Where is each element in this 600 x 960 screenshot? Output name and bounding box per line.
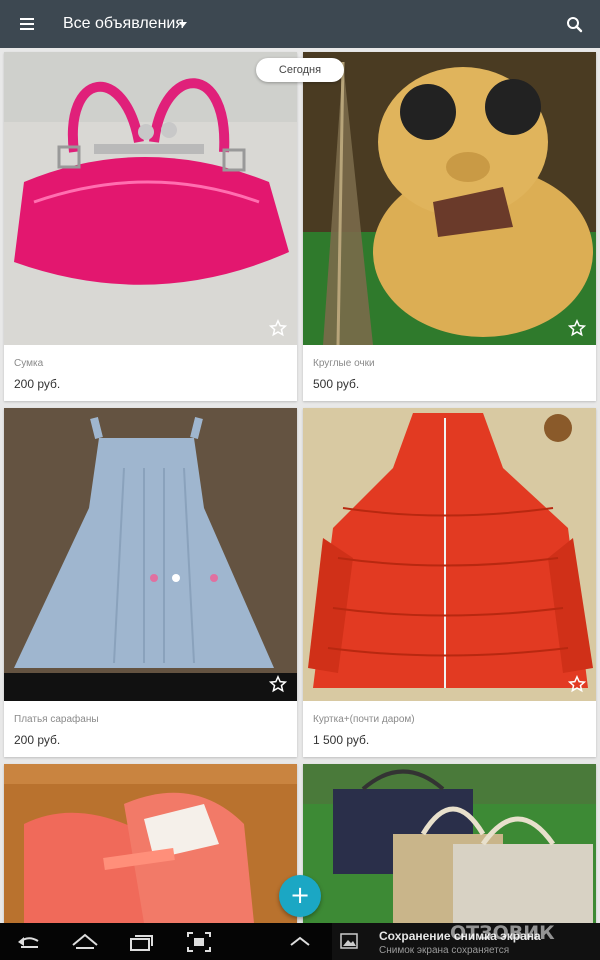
screenshot-icon[interactable] [186,931,212,953]
chevron-up-icon[interactable] [288,931,312,953]
listing-photo[interactable] [303,52,596,345]
add-listing-button[interactable]: + [279,875,321,917]
listing-photo[interactable] [4,408,297,701]
search-icon[interactable] [564,14,586,36]
favorite-star-icon[interactable] [567,675,587,693]
dropdown-caret-icon[interactable] [179,22,187,27]
listing-photo[interactable] [303,408,596,701]
listing-title: Круглые очки [313,358,375,369]
listing-price: 500 руб. [313,377,360,391]
app-bar: Все объявления [0,0,600,48]
date-chip: Сегодня [256,58,344,82]
listing-price: 1 500 руб. [313,733,370,747]
listing-title: Куртка+(почти даром) [313,714,415,725]
menu-icon[interactable] [14,12,40,36]
category-dropdown-title[interactable]: Все объявления [63,15,184,33]
favorite-star-icon[interactable] [268,675,288,693]
listing-card[interactable] [4,764,297,923]
notification-subtitle: Снимок экрана сохраняется [379,945,510,956]
listing-photo[interactable] [4,52,297,345]
listing-title: Сумка [14,358,44,369]
listing-price: 200 руб. [14,377,61,391]
listing-card[interactable]: Сумка 200 руб. [4,52,297,401]
recent-apps-icon[interactable] [127,931,155,953]
listing-photo[interactable] [4,764,297,923]
listing-title: Платья сарафаны [14,714,99,725]
favorite-star-icon[interactable] [567,319,587,337]
listing-card[interactable] [303,764,596,923]
favorite-star-icon[interactable] [268,319,288,337]
listing-card[interactable]: Куртка+(почти даром) 1 500 руб. [303,408,596,757]
listing-card[interactable]: Платья сарафаны 200 руб. [4,408,297,757]
listing-card[interactable]: Круглые очки 500 руб. [303,52,596,401]
listing-price: 200 руб. [14,733,61,747]
home-icon[interactable] [70,931,100,953]
image-icon [340,932,358,950]
watermark: ОТЗОВИК [450,922,555,944]
back-icon[interactable] [16,931,42,953]
listing-photo[interactable] [303,764,596,923]
